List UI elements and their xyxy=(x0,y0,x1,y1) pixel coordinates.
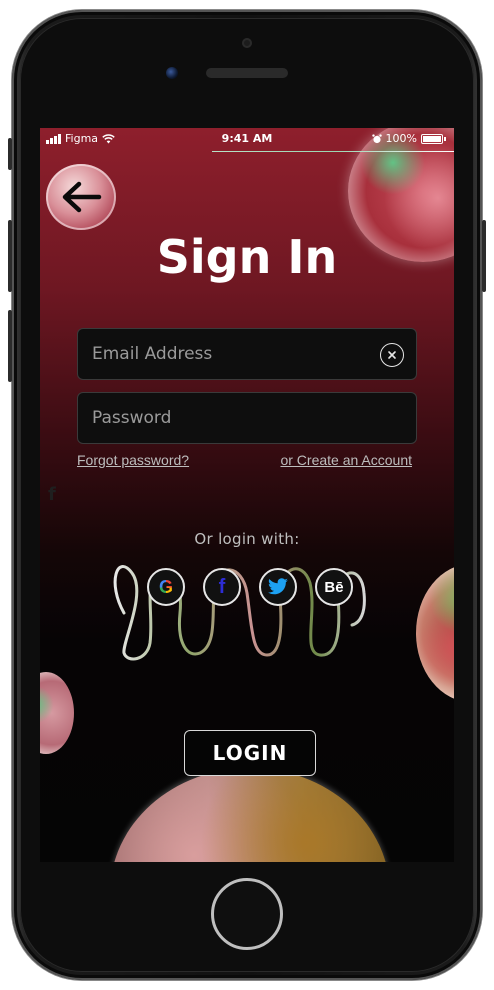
page-title: Sign In xyxy=(156,230,338,284)
top-sensor xyxy=(242,38,252,48)
google-icon: G xyxy=(158,576,173,597)
status-divider xyxy=(212,151,454,152)
decor-bubble-right xyxy=(416,564,454,702)
email-field[interactable] xyxy=(77,328,417,380)
mute-switch xyxy=(8,138,12,170)
twitter-icon xyxy=(268,578,288,595)
clear-icon[interactable] xyxy=(380,343,404,367)
facebook-icon: f xyxy=(218,575,226,598)
arrow-left-icon xyxy=(62,181,102,213)
alarm-icon xyxy=(371,133,382,143)
x-icon xyxy=(388,351,396,359)
app-screen: Figma 9:41 AM 100% Sign In Email Address… xyxy=(40,128,454,862)
facebook-login-button[interactable]: f xyxy=(203,568,241,606)
decor-bubble-left xyxy=(40,672,74,754)
forgot-password-link[interactable]: Forgot password? xyxy=(77,452,189,468)
battery-percent: 100% xyxy=(385,132,417,145)
home-button[interactable] xyxy=(211,878,283,950)
battery-tip xyxy=(444,136,446,141)
twitter-login-button[interactable] xyxy=(259,568,297,606)
behance-login-button[interactable]: Bē xyxy=(315,568,353,606)
volume-up-button xyxy=(8,220,12,292)
password-input[interactable] xyxy=(78,393,416,443)
create-account-link[interactable]: or Create an Account xyxy=(280,452,412,468)
faint-f-glyph: f xyxy=(48,484,56,505)
status-bar: Figma 9:41 AM 100% xyxy=(40,128,454,150)
google-login-button[interactable]: G xyxy=(147,568,185,606)
status-right: 100% xyxy=(371,132,446,145)
battery-icon xyxy=(421,133,443,144)
behance-icon: Bē xyxy=(324,578,344,596)
login-button[interactable]: LOGIN xyxy=(184,730,316,776)
password-field[interactable] xyxy=(77,392,417,444)
email-input[interactable] xyxy=(78,329,416,379)
front-camera xyxy=(166,67,178,79)
volume-down-button xyxy=(8,310,12,382)
back-button[interactable] xyxy=(46,164,116,230)
power-button xyxy=(482,220,486,292)
earpiece-speaker xyxy=(206,68,288,78)
decor-bubble-bottom xyxy=(110,768,390,862)
or-login-with-label: Or login with: xyxy=(194,530,300,548)
